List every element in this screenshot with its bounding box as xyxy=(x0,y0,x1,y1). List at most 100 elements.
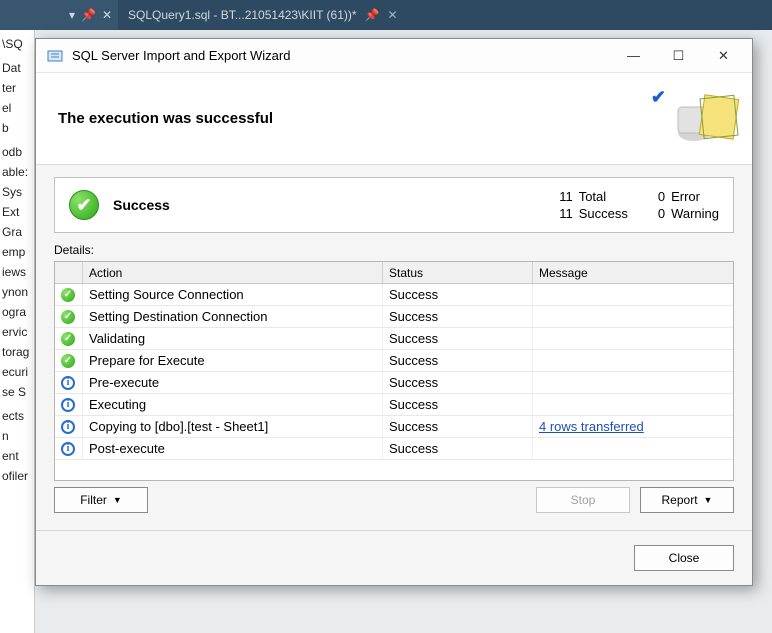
warning-label: Warning xyxy=(671,206,719,221)
cell-message xyxy=(533,284,733,305)
report-button-label: Report xyxy=(662,493,698,507)
grid-body[interactable]: ✓Setting Source ConnectionSuccess✓Settin… xyxy=(55,284,733,480)
error-count: 0 xyxy=(658,189,665,204)
tree-fragment: able: xyxy=(0,162,34,182)
tree-fragment: ects xyxy=(0,406,34,426)
close-window-button[interactable]: ✕ xyxy=(701,42,746,70)
tabstrip-gutter: ▾ 📌 ✕ xyxy=(0,0,118,30)
editor-tab[interactable]: SQLQuery1.sql - BT...21051423\KIIT (61))… xyxy=(118,0,408,30)
row-success-icon: ✓ xyxy=(55,306,83,327)
tab-pin-icon[interactable]: 📌 xyxy=(365,8,380,22)
tree-fragment: iews xyxy=(0,262,34,282)
cell-action: Executing xyxy=(83,394,383,415)
success-label: Success xyxy=(579,206,628,221)
summary-label: Success xyxy=(113,197,545,213)
editor-tabstrip: ▾ 📌 ✕ SQLQuery1.sql - BT...21051423\KIIT… xyxy=(0,0,772,30)
cell-action: Pre-execute xyxy=(83,372,383,393)
tree-fragment: ynon xyxy=(0,282,34,302)
tab-menu-icon[interactable]: ▾ xyxy=(69,8,75,22)
cell-action: Post-execute xyxy=(83,438,383,459)
close-button-label: Close xyxy=(669,551,700,565)
close-panel-icon[interactable]: ✕ xyxy=(102,8,112,22)
row-info-icon: i xyxy=(55,372,83,393)
cell-action: Prepare for Execute xyxy=(83,350,383,371)
cell-message xyxy=(533,350,733,371)
row-info-icon: i xyxy=(55,416,83,437)
result-banner: The execution was successful ✔ xyxy=(36,73,752,165)
cell-status: Success xyxy=(383,306,533,327)
filter-button[interactable]: Filter ▼ xyxy=(54,487,148,513)
cell-message xyxy=(533,328,733,349)
cell-status: Success xyxy=(383,416,533,437)
stop-button-label: Stop xyxy=(571,493,596,507)
wizard-dialog: SQL Server Import and Export Wizard — ☐ … xyxy=(35,38,753,586)
cell-message xyxy=(533,306,733,327)
row-success-icon: ✓ xyxy=(55,284,83,305)
cell-action: Validating xyxy=(83,328,383,349)
cell-message xyxy=(533,394,733,415)
stop-button: Stop xyxy=(536,487,630,513)
tree-fragment: ent xyxy=(0,446,34,466)
cell-status: Success xyxy=(383,328,533,349)
row-success-icon: ✓ xyxy=(55,350,83,371)
close-button[interactable]: Close xyxy=(634,545,734,571)
cell-action: Setting Destination Connection xyxy=(83,306,383,327)
table-row[interactable]: iPre-executeSuccess xyxy=(55,372,733,394)
banner-check-icon: ✔ xyxy=(651,87,666,108)
summary-counts: 11 Total 0 Error 11 Success 0 Warning xyxy=(559,189,719,221)
tree-fragment: ter xyxy=(0,78,34,98)
col-icon[interactable] xyxy=(55,262,83,283)
tree-fragment: ofiler xyxy=(0,466,34,486)
table-row[interactable]: iCopying to [dbo].[test - Sheet1]Success… xyxy=(55,416,733,438)
message-link[interactable]: 4 rows transferred xyxy=(539,419,644,434)
cell-status: Success xyxy=(383,394,533,415)
tree-fragment: Sys xyxy=(0,182,34,202)
total-count: 11 xyxy=(559,189,573,204)
minimize-button[interactable]: — xyxy=(611,42,656,70)
pin-icon[interactable]: 📌 xyxy=(81,8,96,22)
details-label: Details: xyxy=(54,243,734,257)
cell-message xyxy=(533,372,733,393)
tree-fragment: ecuri xyxy=(0,362,34,382)
details-grid: Action Status Message ✓Setting Source Co… xyxy=(54,261,734,481)
col-action[interactable]: Action xyxy=(83,262,383,283)
summary-box: ✔ Success 11 Total 0 Error 11 Success 0 … xyxy=(54,177,734,233)
tab-close-icon[interactable]: ✕ xyxy=(388,8,398,22)
tree-fragment: emp xyxy=(0,242,34,262)
dialog-title: SQL Server Import and Export Wizard xyxy=(72,48,611,63)
cell-status: Success xyxy=(383,350,533,371)
tree-fragment: torag xyxy=(0,342,34,362)
tree-fragment: ogra xyxy=(0,302,34,322)
table-row[interactable]: iPost-executeSuccess xyxy=(55,438,733,460)
tree-fragment: \SQ xyxy=(0,34,34,54)
cell-status: Success xyxy=(383,284,533,305)
table-row[interactable]: ✓Prepare for ExecuteSuccess xyxy=(55,350,733,372)
col-message[interactable]: Message xyxy=(533,262,733,283)
table-row[interactable]: iExecutingSuccess xyxy=(55,394,733,416)
cell-message: 4 rows transferred xyxy=(533,416,733,437)
cell-status: Success xyxy=(383,372,533,393)
cell-action: Copying to [dbo].[test - Sheet1] xyxy=(83,416,383,437)
grid-header-row: Action Status Message xyxy=(55,262,733,284)
table-row[interactable]: ✓Setting Destination ConnectionSuccess xyxy=(55,306,733,328)
chevron-down-icon: ▼ xyxy=(113,495,122,505)
cell-message xyxy=(533,438,733,459)
tree-fragment: n xyxy=(0,426,34,446)
col-status[interactable]: Status xyxy=(383,262,533,283)
tree-fragment: odb xyxy=(0,142,34,162)
tree-fragment: Dat xyxy=(0,58,34,78)
table-row[interactable]: ✓ValidatingSuccess xyxy=(55,328,733,350)
tree-fragment: se S xyxy=(0,382,34,402)
dialog-titlebar: SQL Server Import and Export Wizard — ☐ … xyxy=(36,39,752,73)
filter-button-label: Filter xyxy=(80,493,107,507)
maximize-button[interactable]: ☐ xyxy=(656,42,701,70)
banner-art-icon xyxy=(672,83,742,153)
tree-fragment: Ext xyxy=(0,202,34,222)
tree-fragment: b xyxy=(0,118,34,138)
report-button[interactable]: Report ▼ xyxy=(640,487,734,513)
total-label: Total xyxy=(579,189,628,204)
tree-fragment: Gra xyxy=(0,222,34,242)
cell-status: Success xyxy=(383,438,533,459)
tree-fragment: ervic xyxy=(0,322,34,342)
table-row[interactable]: ✓Setting Source ConnectionSuccess xyxy=(55,284,733,306)
